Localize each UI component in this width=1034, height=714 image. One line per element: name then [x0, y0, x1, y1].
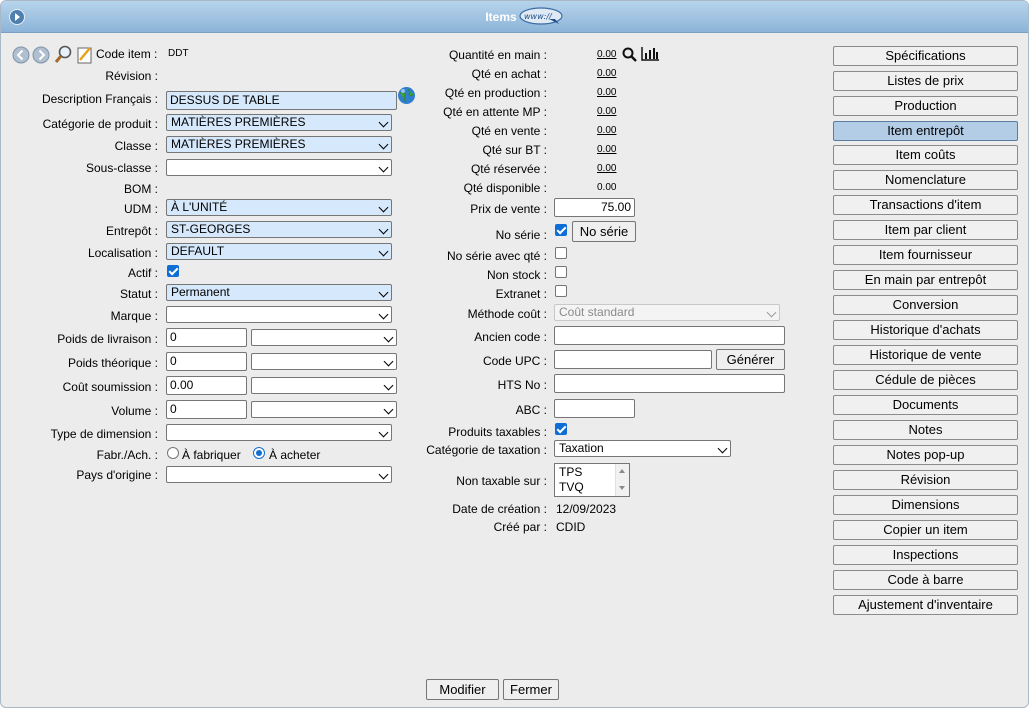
- side-button-16[interactable]: Notes pop-up: [833, 445, 1018, 465]
- qte-main-label: Quantité en main :: [448, 48, 547, 62]
- abc-label: ABC :: [515, 403, 547, 417]
- code-upc-input[interactable]: [554, 350, 712, 369]
- non-stock-label: Non stock :: [486, 268, 547, 282]
- prix-vente-input[interactable]: 75.00: [554, 198, 635, 217]
- side-button-19[interactable]: Copier un item: [833, 520, 1018, 540]
- side-button-14[interactable]: Documents: [833, 395, 1018, 415]
- scroll-down-icon[interactable]: [619, 486, 625, 490]
- hts-input[interactable]: [554, 374, 785, 393]
- side-button-9[interactable]: En main par entrepôt: [833, 270, 1018, 290]
- ancien-code-label: Ancien code :: [474, 330, 547, 344]
- no-serie-qte-checkbox[interactable]: [555, 247, 567, 259]
- side-button-17[interactable]: Révision: [833, 470, 1018, 490]
- fermer-button[interactable]: Fermer: [503, 679, 559, 700]
- www-logo-icon: www://: [519, 7, 563, 25]
- side-button-21[interactable]: Code à barre: [833, 570, 1018, 590]
- qte-bt-value[interactable]: 0.00: [597, 144, 616, 155]
- qte-attente-label: Qté en attente MP :: [443, 105, 547, 119]
- methode-cout-select-value: Coût standard: [559, 305, 635, 319]
- side-button-20[interactable]: Inspections: [833, 545, 1018, 565]
- no-serie-label: No série :: [495, 228, 547, 242]
- abc-input[interactable]: [554, 399, 635, 418]
- modifier-button[interactable]: Modifier: [426, 679, 499, 700]
- qte-production-label: Qté en production :: [444, 86, 547, 100]
- side-button-12[interactable]: Historique de vente: [833, 345, 1018, 365]
- window-title: Items: [485, 10, 517, 24]
- date-creation-value: 12/09/2023: [556, 502, 617, 516]
- listbox-scrollbar[interactable]: [615, 464, 629, 496]
- categorie-taxation-label: Catégorie de taxation :: [426, 443, 547, 457]
- side-button-18[interactable]: Dimensions: [833, 495, 1018, 515]
- side-button-6[interactable]: Transactions d'item: [833, 195, 1018, 215]
- side-button-8[interactable]: Item fournisseur: [833, 245, 1018, 265]
- cree-par-value: CDID: [556, 520, 586, 534]
- qte-vente-label: Qté en vente :: [471, 124, 547, 138]
- side-button-2[interactable]: Production: [833, 96, 1018, 116]
- side-button-3[interactable]: Item entrepôt: [833, 121, 1018, 141]
- methode-cout-label: Méthode coût :: [467, 307, 547, 321]
- side-button-1[interactable]: Listes de prix: [833, 71, 1018, 91]
- qte-disponible-label: Qté disponible :: [463, 181, 547, 195]
- categorie-taxation-select[interactable]: Taxation: [554, 440, 731, 457]
- chart-icon[interactable]: [641, 47, 659, 61]
- produits-taxables-label: Produits taxables :: [448, 425, 547, 439]
- no-serie-button[interactable]: No série: [572, 221, 636, 242]
- scroll-up-icon[interactable]: [619, 469, 625, 473]
- no-serie-qte-label: No série avec qté :: [446, 249, 547, 263]
- extranet-label: Extranet :: [495, 287, 547, 301]
- side-button-0[interactable]: Spécifications: [833, 46, 1018, 66]
- qte-bt-label: Qté sur BT :: [482, 143, 547, 157]
- side-button-22[interactable]: Ajustement d'inventaire: [833, 595, 1018, 615]
- non-taxable-listbox[interactable]: TPS TVQ: [554, 463, 630, 497]
- qte-attente-value[interactable]: 0.00: [597, 106, 616, 117]
- qte-reservee-value[interactable]: 0.00: [597, 163, 616, 174]
- side-button-13[interactable]: Cédule de pièces: [833, 370, 1018, 390]
- side-button-4[interactable]: Item coûts: [833, 145, 1018, 165]
- ancien-code-input[interactable]: [554, 326, 785, 345]
- qte-vente-value[interactable]: 0.00: [597, 125, 616, 136]
- qte-main-value[interactable]: 0.00: [597, 49, 616, 60]
- prix-vente-label: Prix de vente :: [470, 202, 547, 216]
- qte-reservee-label: Qté réservée :: [470, 162, 547, 176]
- generer-button[interactable]: Générer: [716, 349, 785, 370]
- date-creation-label: Date de création :: [452, 502, 547, 516]
- side-button-11[interactable]: Historique d'achats: [833, 320, 1018, 340]
- chevron-down-icon: [717, 443, 728, 454]
- extranet-checkbox[interactable]: [555, 285, 567, 297]
- qte-production-value[interactable]: 0.00: [597, 87, 616, 98]
- items-window: Items www:// Code item : DDT Révision : …: [0, 0, 1029, 708]
- title-bar: Items www://: [1, 1, 1028, 33]
- non-taxable-option[interactable]: TPS: [559, 465, 582, 479]
- non-stock-checkbox[interactable]: [555, 266, 567, 278]
- methode-cout-select: Coût standard: [554, 304, 780, 321]
- side-button-15[interactable]: Notes: [833, 420, 1018, 440]
- chevron-down-icon: [766, 307, 777, 318]
- non-taxable-label: Non taxable sur :: [456, 474, 547, 488]
- qte-disponible-value: 0.00: [597, 182, 617, 193]
- side-button-5[interactable]: Nomenclature: [833, 170, 1018, 190]
- qte-achat-label: Qté en achat :: [471, 67, 547, 81]
- side-button-10[interactable]: Conversion: [833, 295, 1018, 315]
- qte-achat-value[interactable]: 0.00: [597, 68, 616, 79]
- hts-label: HTS No :: [497, 378, 547, 392]
- code-upc-label: Code UPC :: [482, 354, 547, 368]
- svg-text:www://: www://: [524, 12, 553, 21]
- no-serie-checkbox[interactable]: [555, 224, 567, 236]
- magnifier-icon[interactable]: [622, 47, 637, 62]
- cree-par-label: Créé par :: [493, 520, 547, 534]
- non-taxable-option[interactable]: TVQ: [559, 480, 584, 494]
- produits-taxables-checkbox[interactable]: [555, 423, 567, 435]
- side-button-7[interactable]: Item par client: [833, 220, 1018, 240]
- categorie-taxation-select-value: Taxation: [559, 441, 604, 455]
